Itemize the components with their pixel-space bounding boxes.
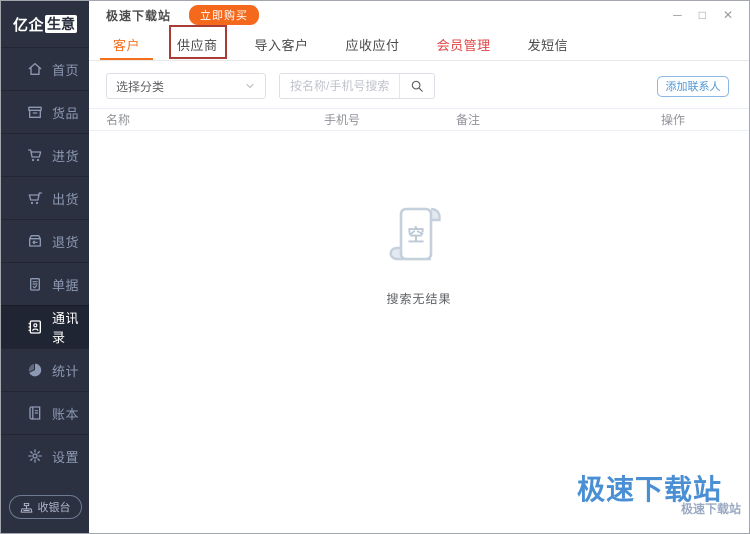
window-title: 极速下载站 [106, 7, 171, 24]
filter-toolbar: 选择分类 添加联系人 [89, 73, 749, 99]
cashier-button-label: 收银台 [38, 499, 71, 515]
goods-icon [27, 104, 43, 120]
table-header-row: 名称 手机号 备注 操作 [89, 108, 749, 131]
tab-label: 供应商 [177, 35, 218, 54]
cashier-area: 收银台 [1, 495, 89, 533]
logo-text-1: 亿企 [13, 14, 44, 35]
sidebar-item-statistics[interactable]: 统计 [1, 348, 89, 391]
receipts-icon [27, 276, 43, 292]
ledger-book-icon [27, 405, 43, 421]
sidebar: 亿企 生意 首页 货品 进货 出货 退货 [1, 1, 89, 533]
search-button[interactable] [399, 74, 434, 98]
tab-customers[interactable]: 客户 [113, 29, 140, 60]
column-header-name: 名称 [106, 111, 324, 128]
tab-suppliers[interactable]: 供应商 [177, 29, 218, 60]
buy-now-button[interactable]: 立即购买 [189, 5, 259, 25]
category-select-value: 选择分类 [116, 78, 164, 95]
sidebar-item-returns[interactable]: 退货 [1, 219, 89, 262]
empty-message: 搜索无结果 [386, 290, 451, 307]
settings-gear-icon [27, 448, 43, 464]
sidebar-item-label: 统计 [52, 361, 79, 380]
sidebar-item-settings[interactable]: 设置 [1, 434, 89, 477]
tab-label: 发短信 [528, 35, 569, 54]
app-logo: 亿企 生意 [1, 1, 89, 47]
category-select[interactable]: 选择分类 [106, 73, 266, 99]
search-group [279, 73, 435, 99]
sidebar-item-label: 退货 [52, 232, 79, 251]
sidebar-item-ledger[interactable]: 账本 [1, 391, 89, 434]
home-icon [27, 61, 43, 77]
tab-label: 客户 [113, 35, 140, 54]
sidebar-item-label: 通讯录 [52, 308, 89, 346]
sidebar-item-home[interactable]: 首页 [1, 47, 89, 90]
column-header-remark: 备注 [456, 111, 661, 128]
sidebar-item-label: 进货 [52, 146, 79, 165]
close-icon[interactable]: ✕ [723, 9, 733, 21]
tab-label: 导入客户 [255, 35, 309, 54]
empty-scroll-icon: 空 [381, 203, 457, 274]
tab-receivables-payables[interactable]: 应收应付 [346, 29, 400, 60]
search-input[interactable] [280, 74, 399, 98]
tab-label: 会员管理 [437, 35, 491, 54]
sidebar-item-label: 首页 [52, 60, 79, 79]
purchase-cart-icon [27, 147, 43, 163]
tab-send-sms[interactable]: 发短信 [528, 29, 569, 60]
sidebar-nav: 首页 货品 进货 出货 退货 单据 [1, 47, 89, 477]
sidebar-item-contacts[interactable]: 通讯录 [1, 305, 89, 348]
sidebar-item-label: 货品 [52, 103, 79, 122]
titlebar: 极速下载站 立即购买 ─ □ ✕ [89, 1, 749, 29]
minimize-icon[interactable]: ─ [673, 9, 682, 21]
window-controls: ─ □ ✕ [673, 9, 749, 21]
empty-state: 空 搜索无结果 [89, 131, 749, 533]
logo-text-2: 生意 [45, 15, 77, 33]
contacts-book-icon [27, 319, 43, 335]
cashier-button[interactable]: 收银台 [9, 495, 82, 519]
sidebar-item-purchase[interactable]: 进货 [1, 133, 89, 176]
sidebar-item-label: 单据 [52, 275, 79, 294]
cash-register-icon [20, 501, 33, 514]
column-header-phone: 手机号 [324, 111, 456, 128]
sidebar-item-goods[interactable]: 货品 [1, 90, 89, 133]
sidebar-item-label: 账本 [52, 404, 79, 423]
app-window: 亿企 生意 首页 货品 进货 出货 退货 [0, 0, 750, 534]
sidebar-item-outbound[interactable]: 出货 [1, 176, 89, 219]
sidebar-item-label: 设置 [52, 447, 79, 466]
tab-import-customers[interactable]: 导入客户 [255, 29, 309, 60]
sidebar-item-receipts[interactable]: 单据 [1, 262, 89, 305]
outbound-cart-icon [27, 190, 43, 206]
tab-member-management[interactable]: 会员管理 [437, 29, 491, 60]
search-icon [410, 79, 424, 93]
returns-box-icon [27, 233, 43, 249]
main-area: 极速下载站 立即购买 ─ □ ✕ 客户 供应商 导入客户 应收应付 [89, 1, 749, 533]
column-header-actions: 操作 [661, 111, 749, 128]
add-contact-button[interactable]: 添加联系人 [657, 76, 729, 97]
statistics-pie-icon [27, 362, 43, 378]
empty-glyph: 空 [408, 225, 425, 245]
chevron-down-icon [244, 80, 256, 92]
tab-label: 应收应付 [346, 35, 400, 54]
maximize-icon[interactable]: □ [699, 9, 706, 21]
sidebar-item-label: 出货 [52, 189, 79, 208]
tab-bar: 客户 供应商 导入客户 应收应付 会员管理 发短信 [89, 29, 749, 61]
